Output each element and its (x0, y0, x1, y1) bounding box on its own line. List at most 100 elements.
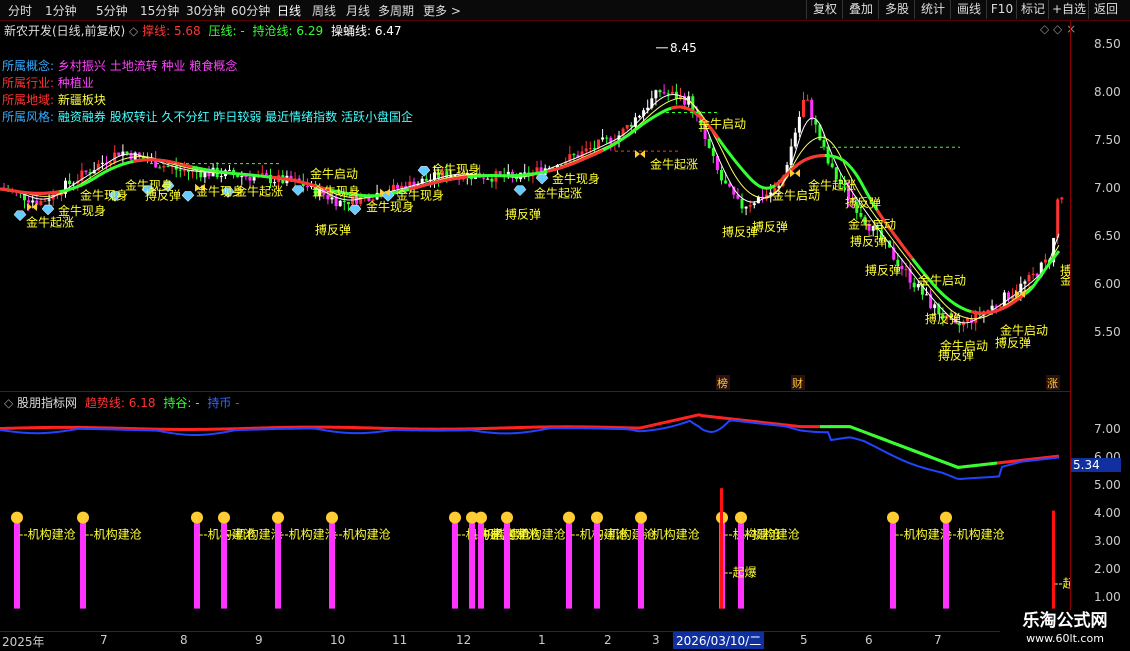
signal-label: 金牛启动 (848, 216, 896, 231)
moneybag-icon (475, 511, 487, 524)
period-tab-daily[interactable]: 日线 (277, 2, 301, 19)
candle-body (178, 169, 182, 171)
moneybag-icon (940, 511, 952, 524)
period-tab-monthly[interactable]: 月线 (346, 2, 370, 19)
diamond-icon (181, 191, 195, 202)
moneybag-icon (11, 511, 23, 524)
x-axis: 2025年 7 8 9 10 11 12 1 2 3 2026/03/10/二 … (0, 631, 1130, 651)
qibao-bar (720, 488, 723, 609)
period-tab-weekly[interactable]: 周线 (312, 2, 336, 19)
candle-body (744, 206, 748, 209)
x-label: 2 (604, 633, 612, 647)
candle-body (182, 170, 186, 172)
indicator-chart[interactable]: --机构建沧 --机构建沧 --机构建沧--机构建沧--机构建沧--机构建沧 --机构… (0, 392, 1070, 632)
period-tab-more[interactable]: 更多 > (423, 2, 461, 19)
period-tab-multi[interactable]: 多周期 (378, 2, 414, 19)
candle-body (752, 203, 756, 206)
draw-line-button[interactable]: 画线 (950, 0, 987, 19)
jigou-label: --机构建沧 (743, 527, 800, 542)
candle-body (662, 92, 666, 94)
stats-button[interactable]: 统计 (914, 0, 951, 19)
signal-label: 搏反弹 (752, 220, 788, 234)
x-label: 6 (865, 633, 873, 647)
overlay-button[interactable]: 叠加 (842, 0, 879, 19)
candle-body (47, 199, 51, 201)
signal-label: 搏反弹 (145, 188, 181, 202)
current-value-badge: 5.34 (1071, 458, 1121, 472)
moneybag-icon (449, 511, 461, 524)
candle-body (125, 151, 129, 154)
moneybag-icon (591, 511, 603, 524)
candle-body (1002, 292, 1006, 307)
mark-button[interactable]: 标记 (1016, 0, 1049, 19)
candle-body (240, 175, 244, 178)
candle-body (859, 212, 863, 217)
signal-label: 搏反弹 (865, 264, 901, 278)
candle-body (1031, 273, 1035, 275)
moneybag-icon (887, 511, 899, 524)
jigou-label: --机构建沧 (19, 527, 76, 542)
moneybag-icon (77, 511, 89, 524)
candle-body (228, 169, 231, 171)
moneybag-icon (191, 511, 203, 524)
signal-label: 金牛起涨 (534, 185, 582, 200)
period-tab-5min[interactable]: 5分钟 (96, 2, 128, 19)
candle-body (1056, 199, 1060, 238)
x-label: 7 (934, 633, 942, 647)
back-button[interactable]: 返回 (1088, 0, 1123, 19)
signal-label: 金牛现身 (80, 187, 128, 202)
period-tab-1min[interactable]: 1分钟 (45, 2, 77, 19)
jigou-label: --机构建沧 (334, 527, 391, 542)
candle-body (342, 200, 346, 202)
candle-body (658, 90, 662, 93)
qibao-label: --起爆 (1054, 577, 1070, 591)
qibao-bar (1052, 510, 1055, 609)
candlestick-chart[interactable]: 8.45金牛起涨金牛现身金牛现身金牛现身 金牛现身金牛起涨金牛启动金牛现身金牛现身… (0, 21, 1070, 391)
candle-body (162, 165, 166, 168)
candle-body (260, 173, 264, 175)
candle-body (100, 162, 104, 164)
f10-button[interactable]: F10 (986, 0, 1017, 19)
candle-body (1023, 281, 1027, 284)
candle-body (117, 152, 121, 156)
diamond-icon (513, 185, 527, 197)
candle-body (264, 173, 268, 175)
candle-body (39, 201, 43, 205)
candle-body (724, 180, 728, 184)
signal-label: 金牛启动 (310, 166, 358, 181)
candle-body (822, 140, 826, 147)
signal-label: 金牛启动 (918, 272, 966, 287)
candle-body (797, 116, 801, 133)
signal-label: 金牛起涨 (235, 183, 283, 198)
candle-body (248, 176, 252, 181)
signal-label: 金牛现身 (396, 187, 444, 202)
candle-body (707, 138, 711, 148)
y-tick: 5.50 (1094, 325, 1121, 339)
multi-stock-button[interactable]: 多股 (878, 0, 915, 19)
period-tab-30min[interactable]: 30分钟 (186, 2, 225, 19)
candle-body (572, 154, 576, 156)
x-label: 7 (100, 633, 108, 647)
sub-y-tick: 1.00 (1094, 590, 1121, 604)
fuquan-button[interactable]: 复权 (806, 0, 843, 19)
moneybag-icon (272, 511, 284, 524)
cursor-date-label: 2026/03/10/二 (673, 632, 765, 649)
x-label: 10 (330, 633, 346, 647)
candle-body (720, 169, 723, 181)
jigou-label: --机构建沧 (948, 527, 1005, 542)
sub-y-tick: 3.00 (1094, 534, 1121, 548)
candle-body (68, 180, 72, 185)
candle-body (490, 178, 494, 182)
period-tab-60min[interactable]: 60分钟 (231, 2, 270, 19)
event-marker-label: 涨 (1047, 377, 1058, 390)
period-tab-fenshi[interactable]: 分时 (8, 2, 32, 19)
diamond-icon (417, 166, 431, 177)
add-favorite-button[interactable]: +自选 (1048, 0, 1089, 19)
diamond-icon (13, 210, 27, 222)
sub-y-tick: 7.00 (1094, 422, 1121, 436)
period-tab-15min[interactable]: 15分钟 (140, 2, 179, 19)
candle-body (802, 99, 805, 117)
x-label: 9 (255, 633, 263, 647)
candle-body (219, 176, 223, 178)
candle-body (588, 148, 592, 150)
